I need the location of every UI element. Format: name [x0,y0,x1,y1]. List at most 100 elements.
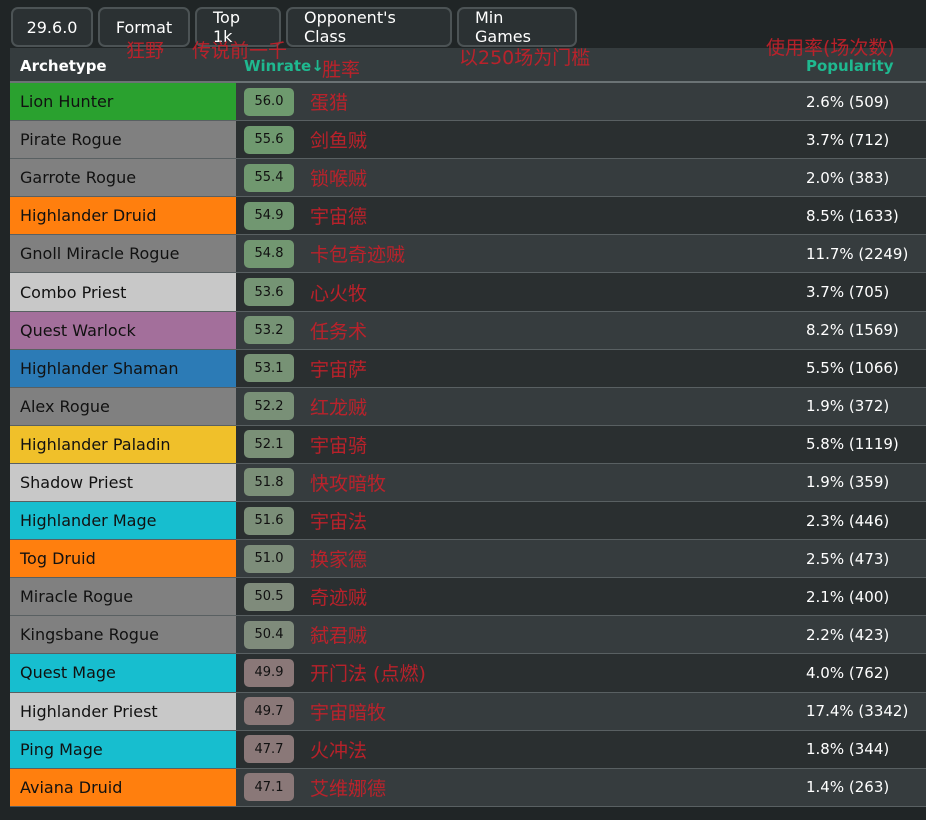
winrate-badge: 52.2 [244,392,294,421]
archetype-name[interactable]: Aviana Druid [10,768,236,806]
archetype-name[interactable]: Gnoll Miracle Rogue [10,235,236,273]
winrate-badge: 51.0 [244,544,294,573]
popularity-value: 2.0% (383) [806,168,890,187]
table-row[interactable]: Alex Rogue 52.2 红龙贼 1.9% (372) [10,387,926,426]
winrate-badge: 54.8 [244,239,294,268]
table-row[interactable]: Combo Priest 53.6 心火牧 3.7% (705) [10,273,926,312]
winrate-badge: 51.8 [244,468,294,497]
archetype-name[interactable]: Lion Hunter [10,83,236,121]
row-annotation: 卡包奇迹贼 [310,244,406,267]
popularity-value: 1.8% (344) [806,740,890,759]
archetype-name[interactable]: Miracle Rogue [10,578,236,616]
archetype-name[interactable]: Tog Druid [10,540,236,578]
row-annotation: 奇迹贼 [310,587,368,610]
row-annotation: 蛋猎 [310,92,349,115]
popularity-value: 3.7% (712) [806,130,890,149]
annotation-format: 狂野 [126,40,165,62]
popularity-value: 8.5% (1633) [806,206,899,225]
patch-button[interactable]: 29.6.0 [11,7,93,47]
popularity-value: 11.7% (2249) [806,244,909,263]
popularity-value: 17.4% (3342) [806,702,909,721]
archetype-name[interactable]: Highlander Shaman [10,349,236,387]
row-annotation: 宇宙德 [310,206,368,229]
archetype-name[interactable]: Combo Priest [10,273,236,311]
popularity-value: 5.8% (1119) [806,435,899,454]
winrate-badge: 56.0 [244,87,294,116]
popularity-value: 2.5% (473) [806,549,890,568]
winrate-badge: 55.4 [244,163,294,192]
popularity-value: 1.9% (359) [806,473,890,492]
table-row[interactable]: Aviana Druid 47.1 艾维娜德 1.4% (263) [10,768,926,807]
popularity-value: 2.6% (509) [806,92,890,111]
popularity-value: 2.3% (446) [806,511,890,530]
winrate-badge: 53.6 [244,278,294,307]
table-row[interactable]: Quest Mage 49.9 开门法 (点燃) 4.0% (762) [10,654,926,693]
archetype-name[interactable]: Kingsbane Rogue [10,616,236,654]
archetype-table: Archetype Winrate↓ Popularity Lion Hunte… [10,48,926,807]
table-row[interactable]: Ping Mage 47.7 火冲法 1.8% (344) [10,730,926,769]
annotation-top: 传说前一千 [192,40,288,62]
winrate-badge: 47.7 [244,735,294,764]
winrate-badge: 51.6 [244,506,294,535]
table-body: Lion Hunter 56.0 蛋猎 2.6% (509) Pirate Rog… [10,83,926,807]
row-annotation: 快攻暗牧 [310,472,387,495]
winrate-badge: 54.9 [244,201,294,230]
table-row[interactable]: Miracle Rogue 50.5 奇迹贼 2.1% (400) [10,578,926,617]
table-row[interactable]: Highlander Druid 54.9 宇宙德 8.5% (1633) [10,197,926,236]
table-row[interactable]: Highlander Mage 51.6 宇宙法 2.3% (446) [10,502,926,541]
winrate-badge: 49.7 [244,697,294,726]
filter-toolbar: 29.6.0 Format Top 1k Opponent's Class Mi… [11,7,577,47]
table-row[interactable]: Gnoll Miracle Rogue 54.8 卡包奇迹贼 11.7% (22… [10,235,926,274]
row-annotation: 换家德 [310,549,368,572]
archetype-name[interactable]: Quest Mage [10,654,236,692]
annotation-min-games: 以250场为门槛 [459,47,591,69]
archetype-name[interactable]: Highlander Paladin [10,425,236,463]
table-row[interactable]: Pirate Rogue 55.6 剑鱼贼 3.7% (712) [10,121,926,160]
winrate-badge: 53.1 [244,354,294,383]
header-archetype[interactable]: Archetype [20,57,107,75]
winrate-badge: 50.4 [244,620,294,649]
archetype-name[interactable]: Garrote Rogue [10,159,236,197]
table-row[interactable]: Tog Druid 51.0 换家德 2.5% (473) [10,540,926,579]
row-annotation: 红龙贼 [310,396,368,419]
table-row[interactable]: Kingsbane Rogue 50.4 弑君贼 2.2% (423) [10,616,926,655]
popularity-value: 3.7% (705) [806,283,890,302]
row-annotation: 火冲法 [310,739,368,762]
table-row[interactable]: Highlander Shaman 53.1 宇宙萨 5.5% (1066) [10,349,926,388]
table-row[interactable]: Quest Warlock 53.2 任务术 8.2% (1569) [10,311,926,350]
winrate-badge: 53.2 [244,316,294,345]
row-annotation: 开门法 (点燃) [310,663,426,686]
archetype-name[interactable]: Ping Mage [10,730,236,768]
row-annotation: 剑鱼贼 [310,130,368,153]
winrate-badge: 47.1 [244,773,294,802]
annotation-winrate: 胜率 [322,59,361,81]
min-games-button[interactable]: Min Games [457,7,577,47]
popularity-value: 4.0% (762) [806,663,890,682]
table-row[interactable]: Lion Hunter 56.0 蛋猎 2.6% (509) [10,83,926,122]
row-annotation: 宇宙法 [310,511,368,534]
archetype-name[interactable]: Alex Rogue [10,387,236,425]
row-annotation: 宇宙暗牧 [310,701,387,724]
winrate-badge: 49.9 [244,658,294,687]
table-row[interactable]: Garrote Rogue 55.4 锁喉贼 2.0% (383) [10,159,926,198]
archetype-name[interactable]: Pirate Rogue [10,121,236,159]
row-annotation: 艾维娜德 [310,777,387,800]
row-annotation: 任务术 [310,320,368,343]
popularity-value: 2.1% (400) [806,587,890,606]
table-row[interactable]: Highlander Priest 49.7 宇宙暗牧 17.4% (3342) [10,692,926,731]
opponent-class-button[interactable]: Opponent's Class [286,7,452,47]
row-annotation: 锁喉贼 [310,168,368,191]
table-row[interactable]: Highlander Paladin 52.1 宇宙骑 5.8% (1119) [10,425,926,464]
archetype-name[interactable]: Highlander Mage [10,502,236,540]
archetype-name[interactable]: Shadow Priest [10,463,236,502]
table-row[interactable]: Shadow Priest 51.8 快攻暗牧 1.9% (359) [10,463,926,503]
popularity-value: 1.4% (263) [806,778,890,797]
popularity-value: 8.2% (1569) [806,321,899,340]
row-annotation: 心火牧 [310,282,368,305]
popularity-value: 2.2% (423) [806,625,890,644]
row-annotation: 弑君贼 [310,625,368,648]
winrate-badge: 50.5 [244,582,294,611]
archetype-name[interactable]: Quest Warlock [10,311,236,349]
archetype-name[interactable]: Highlander Druid [10,197,236,235]
archetype-name[interactable]: Highlander Priest [10,692,236,730]
